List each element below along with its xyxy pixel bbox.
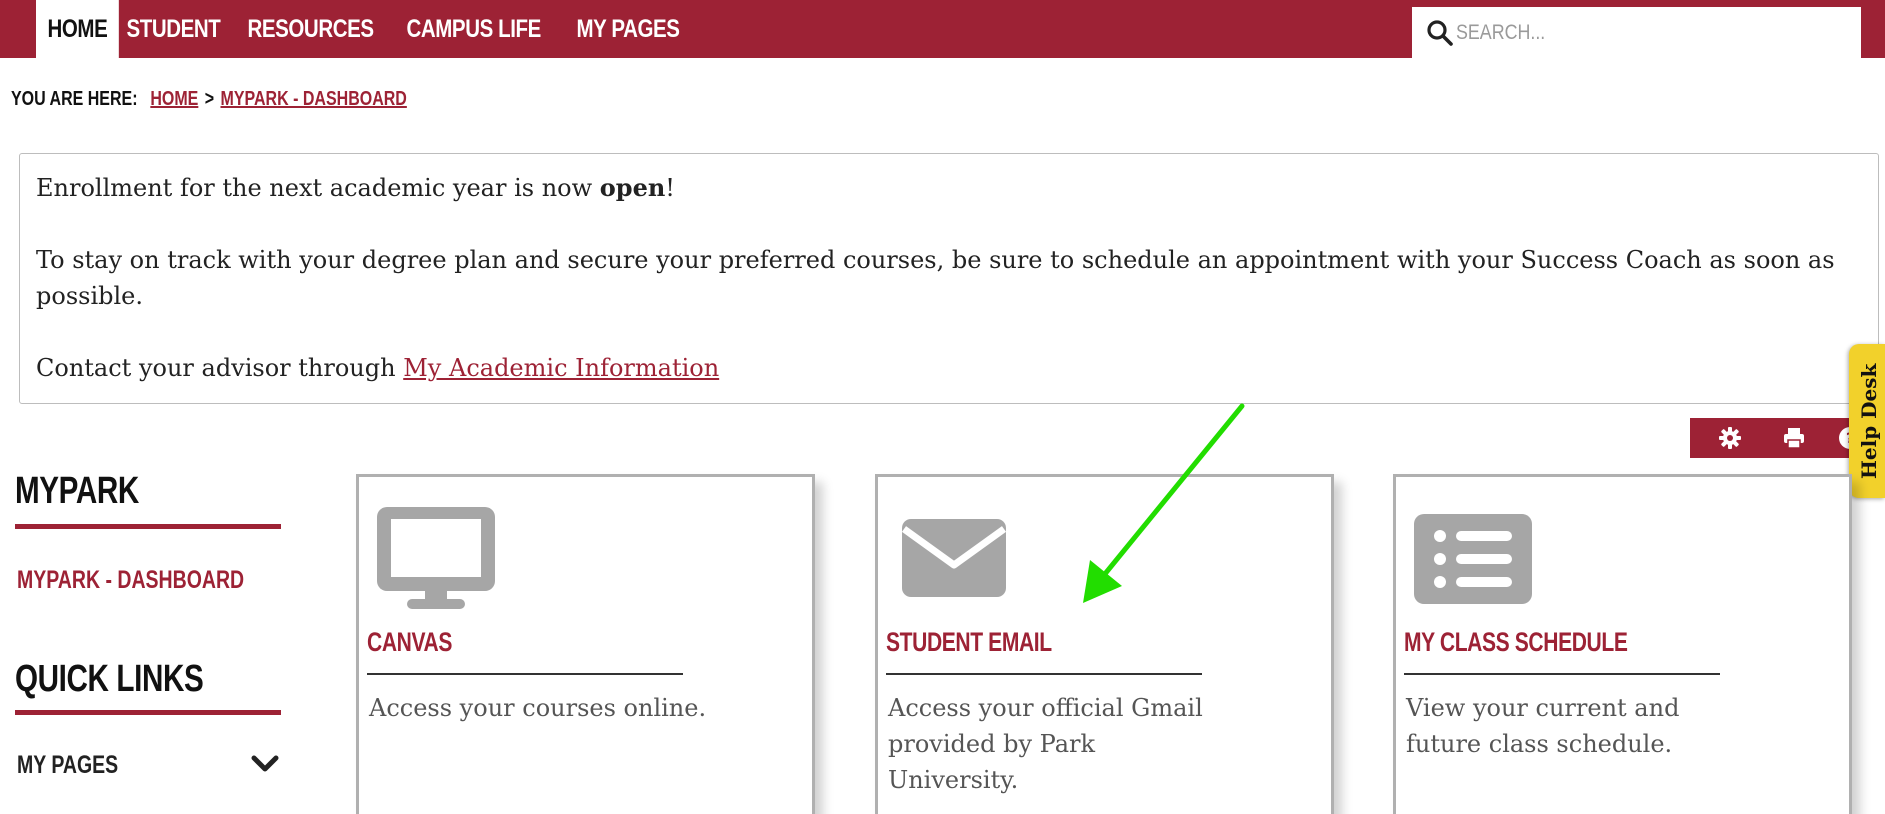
nav-item-campus-life[interactable]: CAMPUS LIFE: [395, 0, 552, 58]
gear-icon[interactable]: [1718, 426, 1742, 450]
envelope-icon: [902, 519, 1006, 597]
monitor-icon: [377, 507, 495, 609]
print-icon[interactable]: [1782, 426, 1806, 450]
canvas-card[interactable]: CANVAS Access your courses online.: [356, 474, 815, 814]
quick-links-heading: QUICK LINKS: [15, 658, 204, 700]
my-class-schedule-card[interactable]: MY CLASS SCHEDULE View your current and …: [1393, 474, 1852, 814]
my-academic-information-link[interactable]: My Academic Information: [403, 354, 719, 382]
search-icon[interactable]: [1426, 19, 1454, 47]
nav-item-home[interactable]: HOME: [36, 0, 119, 58]
page-toolbar: ?: [1690, 418, 1870, 458]
enrollment-announcement: Enrollment for the next academic year is…: [19, 153, 1879, 404]
help-desk-label: Help Desk: [1857, 363, 1881, 479]
announcement-line-1: Enrollment for the next academic year is…: [36, 173, 675, 202]
nav-item-my-pages[interactable]: MY PAGES: [565, 0, 691, 58]
list-icon: [1414, 514, 1532, 604]
student-email-card-title[interactable]: STUDENT EMAIL: [886, 627, 1052, 658]
sidebar-item-my-pages[interactable]: MY PAGES: [17, 751, 118, 780]
main-nav: HOME STUDENT RESOURCES CAMPUS LIFE MY PA…: [36, 0, 697, 58]
breadcrumb-home-link[interactable]: HOME: [150, 88, 198, 111]
canvas-card-description: Access your courses online.: [369, 694, 707, 722]
announcement-line-3: Contact your advisor through My Academic…: [36, 354, 720, 382]
chevron-down-icon[interactable]: [250, 754, 280, 774]
announcement-line-2: To stay on track with your degree plan a…: [36, 246, 1835, 310]
annotation-arrow-icon: [1083, 403, 1245, 603]
search-input[interactable]: [1456, 17, 1788, 49]
student-email-card-description: Access your official Gmail provided by P…: [888, 694, 1203, 794]
help-desk-tab[interactable]: Help Desk: [1849, 344, 1885, 498]
my-class-schedule-card-description: View your current and future class sched…: [1406, 694, 1680, 758]
my-class-schedule-card-title[interactable]: MY CLASS SCHEDULE: [1404, 627, 1628, 658]
breadcrumb: YOU ARE HERE: HOME > MYPARK - DASHBOARD: [11, 84, 407, 114]
canvas-card-rule: [367, 673, 683, 675]
breadcrumb-separator: >: [204, 87, 215, 110]
canvas-card-title[interactable]: CANVAS: [367, 627, 452, 658]
breadcrumb-dashboard-link[interactable]: MYPARK - DASHBOARD: [220, 88, 406, 111]
breadcrumb-label: YOU ARE HERE:: [11, 87, 138, 110]
mypark-heading-rule: [15, 524, 281, 529]
mypark-heading: MYPARK: [15, 470, 139, 512]
nav-item-student[interactable]: STUDENT: [115, 0, 232, 58]
nav-item-resources[interactable]: RESOURCES: [236, 0, 385, 58]
top-nav-bar: HOME STUDENT RESOURCES CAMPUS LIFE MY PA…: [0, 0, 1885, 58]
announcement-open-text: open: [599, 173, 666, 202]
my-class-schedule-card-rule: [1404, 673, 1720, 675]
quick-links-heading-rule: [15, 710, 281, 715]
search-box: [1412, 7, 1861, 58]
student-email-card-rule: [886, 673, 1202, 675]
sidebar-item-mypark-dashboard[interactable]: MYPARK - DASHBOARD: [17, 566, 244, 595]
